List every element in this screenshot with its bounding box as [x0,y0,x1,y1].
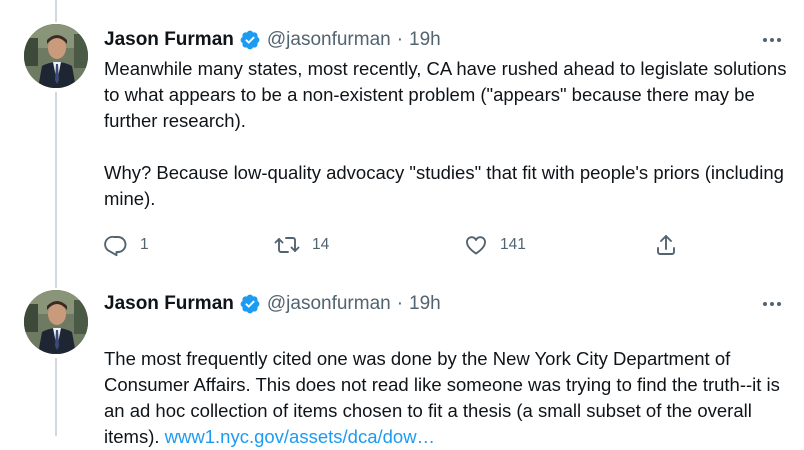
timestamp[interactable]: 19h [409,292,441,316]
tweet-actions: 1 14 141 [104,230,704,260]
retweet-icon [274,237,300,253]
tweet[interactable]: Jason Furman @jasonfurman · 19h The most… [0,284,804,447]
avatar-photo [24,290,88,354]
separator: · [396,29,404,50]
more-icon[interactable] [760,292,784,316]
tweet[interactable]: Jason Furman @jasonfurman · 19h Meanwhil… [0,0,804,284]
reply-count: 1 [140,236,149,253]
author-name[interactable]: Jason Furman [104,28,234,52]
reply-icon [104,235,127,257]
avatar[interactable] [24,290,88,354]
author-name[interactable]: Jason Furman [104,292,234,316]
share-button[interactable] [654,230,678,260]
retweet-button[interactable]: 14 [274,230,329,260]
tweet-text-container: The most frequently cited one was done b… [104,320,794,450]
verified-badge-icon [239,293,261,315]
tweet-text: Meanwhile many states, most recently, CA… [104,58,787,209]
tweet-header: Jason Furman @jasonfurman · 19h [104,28,441,52]
reply-button[interactable]: 1 [104,230,149,260]
like-count: 141 [500,236,526,253]
like-icon [466,236,486,255]
more-icon[interactable] [760,28,784,52]
verified-badge-icon [239,29,261,51]
retweet-count: 14 [312,236,330,253]
tweet-link[interactable]: www1.nyc.gov/assets/dca/dow… [165,426,435,447]
author-handle[interactable]: @jasonfurman [267,292,391,316]
timestamp[interactable]: 19h [409,28,441,52]
like-button[interactable]: 141 [464,230,526,260]
tweet-header: Jason Furman @jasonfurman · 19h [104,292,441,316]
separator: · [396,293,404,314]
share-icon [657,235,675,255]
avatar[interactable] [24,24,88,88]
avatar-photo [24,24,88,88]
author-handle[interactable]: @jasonfurman [267,28,391,52]
